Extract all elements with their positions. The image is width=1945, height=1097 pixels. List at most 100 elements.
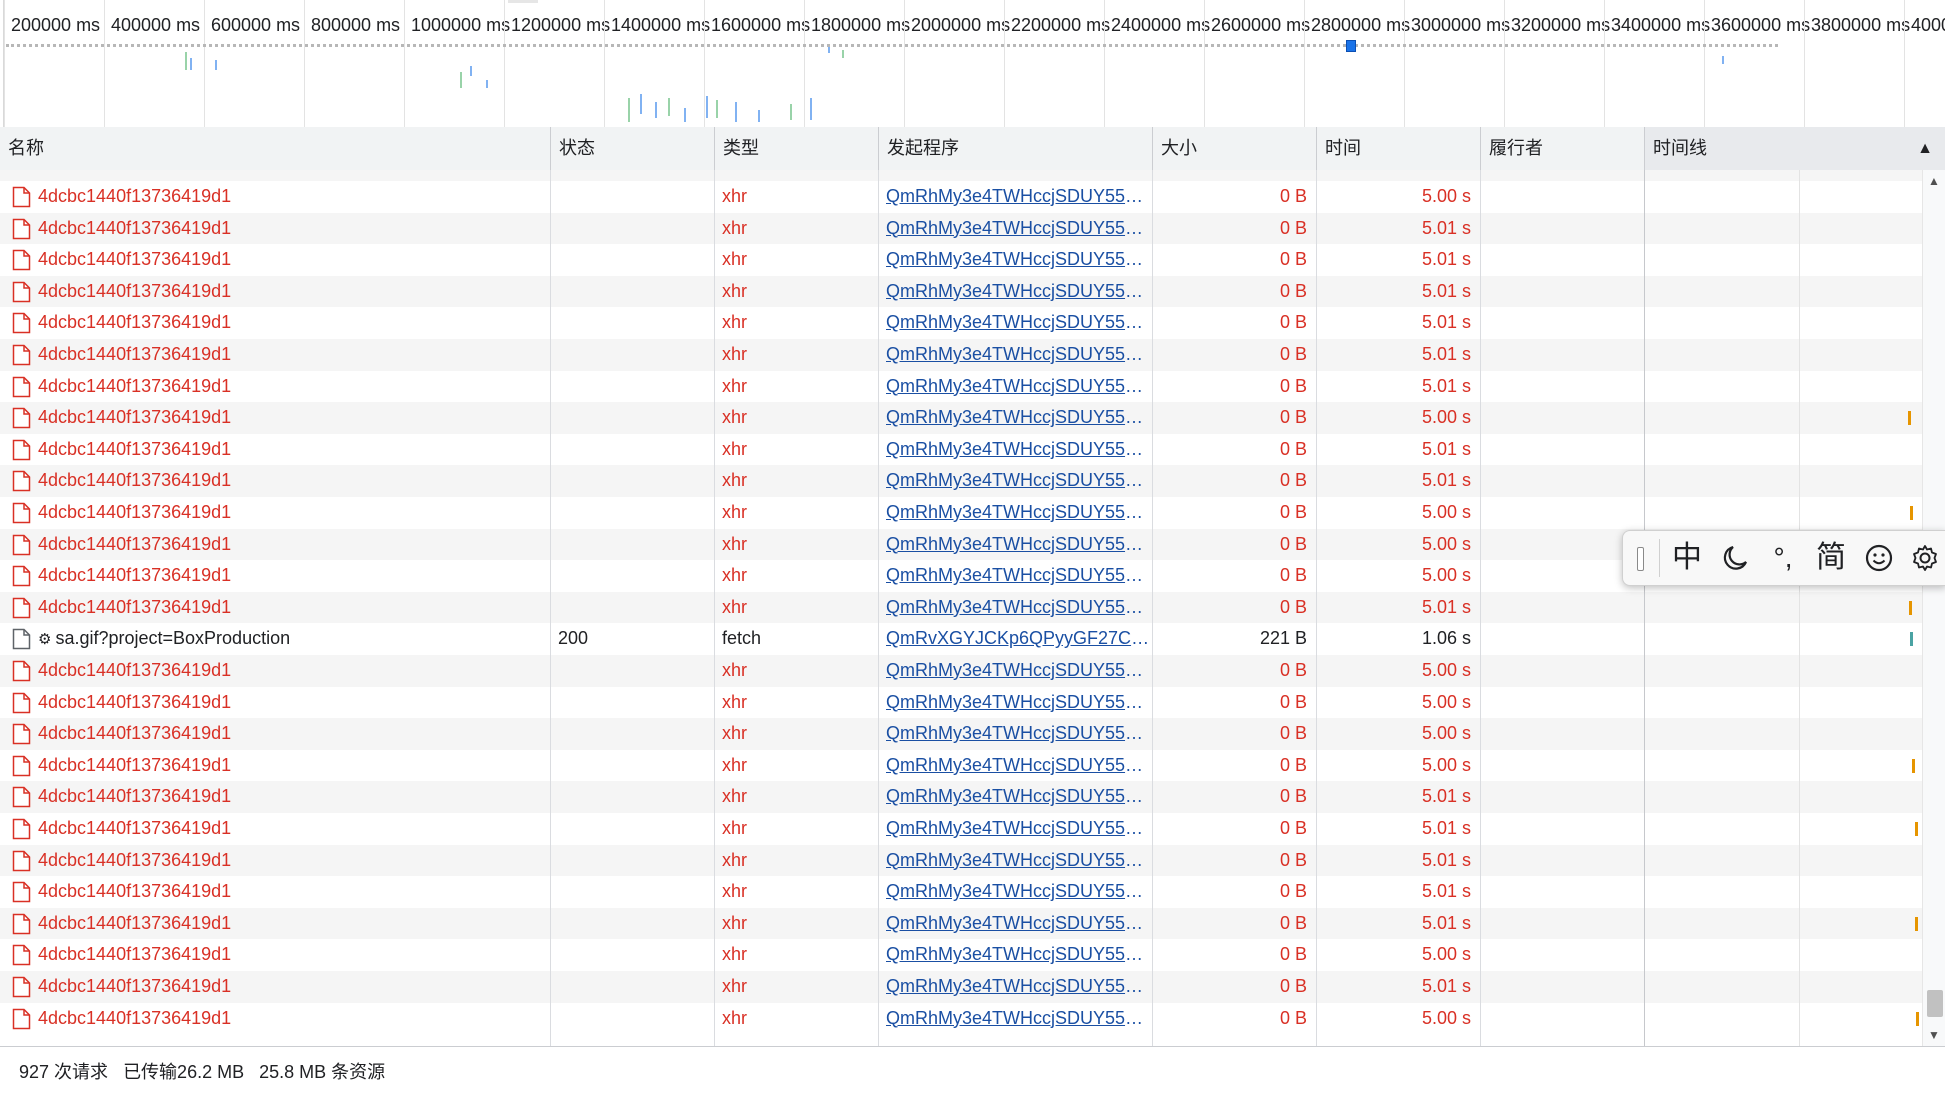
initiator-link[interactable]: QmRhMy3e4TWHccjSDUY55sC... (879, 529, 1151, 561)
table-row[interactable]: 4dcbc1440f13736419d1 xhr QmRhMy3e4TWHccjSD… (0, 655, 1922, 687)
table-row[interactable]: 4dcbc1440f13736419d1 xhr QmRhMy3e4TWHccjSD… (0, 1003, 1922, 1032)
request-name-cell[interactable]: 4dcbc1440f13736419d1 (0, 307, 549, 339)
initiator-link[interactable]: QmRhMy3e4TWHccjSDUY55sC... (879, 371, 1151, 403)
initiator-link[interactable]: QmRhMy3e4TWHccjSDUY55sC... (879, 781, 1151, 813)
table-row[interactable]: 4dcbc1440f13736419d1 xhr QmRhMy3e4TWHccjSD… (0, 497, 1922, 529)
table-row[interactable]: 4dcbc1440f13736419d1 xhr QmRhMy3e4TWHccjSD… (0, 876, 1922, 908)
request-name-cell[interactable]: 4dcbc1440f13736419d1 (0, 718, 549, 750)
initiator-link[interactable]: QmRhMy3e4TWHccjSDUY55sC... (879, 560, 1151, 592)
ime-drag-handle[interactable] (1637, 547, 1644, 571)
initiator-link[interactable]: QmRhMy3e4TWHccjSDUY55sC... (879, 497, 1151, 529)
initiator-link[interactable]: QmRhMy3e4TWHccjSDUY55sC... (879, 307, 1151, 339)
column-header-size[interactable]: 大小 (1153, 127, 1317, 170)
table-row[interactable]: 4dcbc1440f13736419d1 xhr QmRhMy3e4TWHccjSD… (0, 844, 1922, 877)
request-name-cell[interactable]: 4dcbc1440f13736419d1 (0, 276, 549, 308)
table-row[interactable]: ⚙ sa.gif?project=BoxProduction 200 fetch QmR… (0, 623, 1922, 655)
initiator-link[interactable]: QmRhMy3e4TWHccjSDUY55sC... (879, 939, 1151, 971)
request-name-cell[interactable]: 4dcbc1440f13736419d1 (0, 339, 549, 371)
request-name-cell[interactable]: 4dcbc1440f13736419d1 (0, 655, 549, 687)
initiator-link[interactable]: QmRhMy3e4TWHccjSDUY55sC... (879, 687, 1151, 719)
request-name-cell[interactable]: 4dcbc1440f13736419d1 (0, 213, 549, 245)
initiator-link[interactable]: QmRhMy3e4TWHccjSDUY55sC... (879, 750, 1151, 782)
initiator-link[interactable]: QmRhMy3e4TWHccjSDUY55sC... (879, 908, 1151, 940)
table-row[interactable]: 4dcbc1440f13736419d1 xhr QmRhMy3e4TWHccjSD… (0, 907, 1922, 940)
request-name-cell[interactable]: ⚙ sa.gif?project=BoxProduction (0, 623, 549, 655)
column-header-type[interactable]: 类型 (715, 127, 879, 170)
table-row[interactable]: 4dcbc1440f13736419d1 xhr QmRhMy3e4TWHccjSD… (0, 939, 1922, 971)
request-name-cell[interactable]: 4dcbc1440f13736419d1 (0, 592, 549, 624)
table-row[interactable]: 4dcbc1440f13736419d1 xhr QmRhMy3e4TWHccjSD… (0, 339, 1922, 371)
request-name-cell[interactable]: 4dcbc1440f13736419d1 (0, 371, 549, 403)
ime-punctuation-button[interactable]: °, (1763, 531, 1803, 585)
overview-handle[interactable] (508, 0, 538, 3)
ime-language-button[interactable]: 中 (1667, 531, 1707, 585)
network-overview[interactable]: 200000 ms 400000 ms 600000 ms 800000 ms 1000… (0, 0, 1945, 128)
request-name-cell[interactable]: 4dcbc1440f13736419d1 (0, 529, 549, 561)
request-name-cell[interactable]: 4dcbc1440f13736419d1 (0, 402, 549, 434)
sort-ascending-icon[interactable]: ▲ (1917, 127, 1933, 170)
request-name-cell[interactable]: 4dcbc1440f13736419d1 (0, 434, 549, 466)
initiator-link[interactable]: QmRhMy3e4TWHccjSDUY55sC... (879, 592, 1151, 624)
request-name-cell[interactable]: 4dcbc1440f13736419d1 (0, 560, 549, 592)
ime-simplified-button[interactable]: 简 (1811, 531, 1851, 585)
table-row[interactable]: 4dcbc1440f13736419d1 xhr QmRhMy3e4TWHccjSD… (0, 465, 1922, 497)
request-name-cell[interactable]: 4dcbc1440f13736419d1 (0, 845, 549, 877)
request-name-cell[interactable]: 4dcbc1440f13736419d1 (0, 750, 549, 782)
initiator-link[interactable]: QmRhMy3e4TWHccjSDUY55sC... (879, 181, 1151, 213)
scroll-thumb[interactable] (1927, 990, 1943, 1017)
moon-icon[interactable] (1715, 531, 1755, 585)
request-name-cell[interactable]: 4dcbc1440f13736419d1 (0, 687, 549, 719)
table-row[interactable]: 4dcbc1440f13736419d1 xhr QmRhMy3e4TWHccjSD… (0, 402, 1922, 434)
initiator-link[interactable]: QmRhMy3e4TWHccjSDUY55sC... (879, 465, 1151, 497)
table-row[interactable]: 4dcbc1440f13736419d1 xhr QmRhMy3e4TWHccjSD… (0, 307, 1922, 339)
request-name-cell[interactable]: 4dcbc1440f13736419d1 (0, 181, 549, 213)
table-row[interactable]: 4dcbc1440f13736419d1 xhr QmRhMy3e4TWHccjSD… (0, 687, 1922, 719)
column-header-time[interactable]: 时间 (1317, 127, 1481, 170)
initiator-link[interactable]: QmRhMy3e4TWHccjSDUY55sC... (879, 971, 1151, 1003)
table-row[interactable]: 4dcbc1440f13736419d1 xhr QmRhMy3e4TWHccjSD… (0, 813, 1922, 845)
request-name-cell[interactable]: 4dcbc1440f13736419d1 (0, 813, 549, 845)
request-name-cell[interactable]: 4dcbc1440f13736419d1 (0, 939, 549, 971)
table-row[interactable]: 4dcbc1440f13736419d1 xhr QmRhMy3e4TWHccjSD… (0, 781, 1922, 813)
request-name-cell[interactable]: 4dcbc1440f13736419d1 (0, 497, 549, 529)
table-row[interactable]: 4dcbc1440f13736419d1 xhr QmRhMy3e4TWHccjSD… (0, 212, 1922, 245)
table-row[interactable]: 4dcbc1440f13736419d1 xhr QmRhMy3e4TWHccjSD… (0, 244, 1922, 276)
column-header-name[interactable]: 名称 (0, 127, 551, 170)
request-name-cell[interactable]: 4dcbc1440f13736419d1 (0, 1003, 549, 1032)
initiator-link[interactable]: QmRhMy3e4TWHccjSDUY55sC... (879, 339, 1151, 371)
table-row[interactable]: 4dcbc1440f13736419d1 xhr QmRhMy3e4TWHccjSD… (0, 434, 1922, 466)
request-name-cell[interactable]: 4dcbc1440f13736419d1 (0, 244, 549, 276)
overview-marker[interactable] (1346, 40, 1356, 52)
column-header-status[interactable]: 状态 (551, 127, 715, 170)
column-header-actor[interactable]: 履行者 (1481, 127, 1645, 170)
ime-toolbar[interactable]: 中 °, 简 (1622, 530, 1945, 586)
initiator-link[interactable]: QmRhMy3e4TWHccjSDUY55sC... (879, 876, 1151, 908)
scroll-down-icon[interactable]: ▼ (1928, 1028, 1940, 1042)
table-row[interactable]: 4dcbc1440f13736419d1 xhr QmRhMy3e4TWHccjSD… (0, 275, 1922, 308)
scroll-up-icon[interactable]: ▲ (1928, 174, 1940, 188)
request-name-cell[interactable]: 4dcbc1440f13736419d1 (0, 876, 549, 908)
table-row[interactable]: 4dcbc1440f13736419d1 xhr QmRhMy3e4TWHccjSD… (0, 591, 1922, 624)
table-row[interactable]: 4dcbc1440f13736419d1 xhr QmRhMy3e4TWHccjSD… (0, 371, 1922, 403)
request-name-cell[interactable]: 4dcbc1440f13736419d1 (0, 908, 549, 940)
initiator-link[interactable]: QmRhMy3e4TWHccjSDUY55sC... (879, 1003, 1151, 1032)
gear-icon[interactable] (1905, 531, 1945, 585)
vertical-scrollbar[interactable]: ▲ ▼ (1922, 170, 1945, 1046)
initiator-link[interactable]: QmRhMy3e4TWHccjSDUY55sC... (879, 434, 1151, 466)
initiator-link[interactable]: QmRhMy3e4TWHccjSDUY55sC... (879, 845, 1151, 877)
column-header-initiator[interactable]: 发起程序 (879, 127, 1153, 170)
request-name-cell[interactable]: 4dcbc1440f13736419d1 (0, 781, 549, 813)
initiator-link[interactable]: QmRhMy3e4TWHccjSDUY55sC... (879, 655, 1151, 687)
column-header-timeline[interactable]: 时间线 ▲ (1645, 127, 1945, 170)
table-row[interactable]: 4dcbc1440f13736419d1 xhr QmRhMy3e4TWHccjSD… (0, 750, 1922, 782)
request-name-cell[interactable]: 4dcbc1440f13736419d1 (0, 971, 549, 1003)
initiator-link[interactable]: QmRhMy3e4TWHccjSDUY55sC... (879, 244, 1151, 276)
initiator-link[interactable]: QmRvXGYJCKp6QPyyGF27C7o... (879, 623, 1151, 655)
initiator-link[interactable]: QmRhMy3e4TWHccjSDUY55sC... (879, 213, 1151, 245)
request-name-cell[interactable]: 4dcbc1440f13736419d1 (0, 465, 549, 497)
table-row[interactable]: 4dcbc1440f13736419d1 xhr QmRhMy3e4TWHccjSD… (0, 971, 1922, 1003)
smiley-icon[interactable] (1859, 531, 1899, 585)
initiator-link[interactable]: QmRhMy3e4TWHccjSDUY55sC... (879, 402, 1151, 434)
initiator-link[interactable]: QmRhMy3e4TWHccjSDUY55sC... (879, 718, 1151, 750)
initiator-link[interactable]: QmRhMy3e4TWHccjSDUY55sC... (879, 276, 1151, 308)
